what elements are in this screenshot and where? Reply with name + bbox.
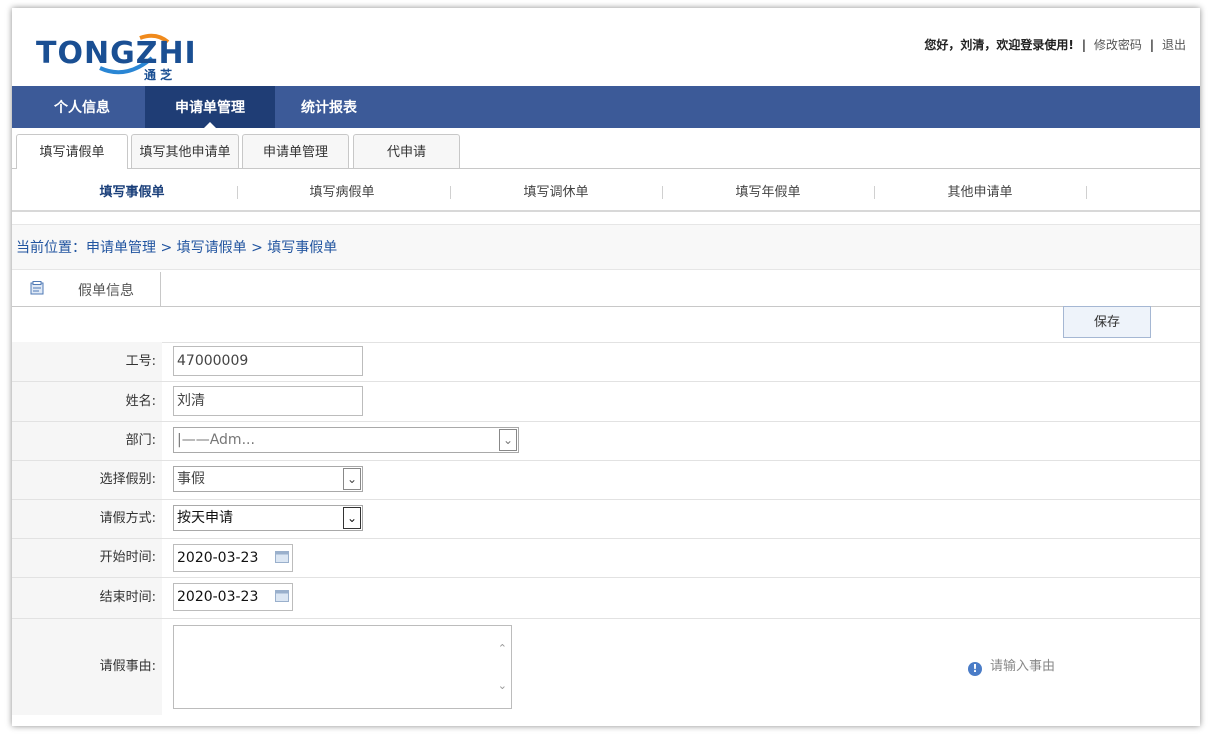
nav-personal-info[interactable]: 个人信息: [30, 86, 134, 128]
logo-text: TONGZHI: [36, 36, 197, 71]
app-window: TONGZHI 通 芝 您好，刘清，欢迎登录使用! | 修改密码 | 退出 个人…: [12, 8, 1200, 726]
name-label: 姓名:: [125, 394, 156, 409]
subtab-annual-leave[interactable]: 填写年假单: [676, 170, 860, 210]
department-select[interactable]: |——Adm... ⌄: [173, 427, 519, 453]
separator: |: [1149, 38, 1155, 52]
subtab-personal-leave[interactable]: 填写事假单: [42, 170, 222, 210]
leave-type-label-cell: 选择假别:: [12, 461, 162, 499]
greeting-text: 您好，刘清，欢迎登录使用!: [924, 38, 1074, 52]
logout-link[interactable]: 退出: [1162, 38, 1186, 52]
leave-method-label-cell: 请假方式:: [12, 500, 162, 538]
section-tab-label: 假单信息: [78, 283, 134, 299]
change-password-link[interactable]: 修改密码: [1094, 38, 1142, 52]
leave-method-value: 按天申请: [177, 510, 233, 526]
nav-statistics-report[interactable]: 统计报表: [284, 86, 374, 128]
department-label-cell: 部门:: [12, 422, 162, 460]
logo-subtext: 通 芝: [144, 68, 173, 82]
form-toolbar: 保存: [12, 306, 1200, 343]
reason-textarea[interactable]: ⌃ ⌄: [173, 625, 512, 709]
nav-application-management[interactable]: 申请单管理: [145, 86, 275, 128]
scroll-up-icon[interactable]: ⌃: [498, 642, 507, 655]
separator: |: [1081, 38, 1087, 52]
start-time-label-cell: 开始时间:: [12, 539, 162, 577]
form-row-leave-type: 选择假别: 事假 ⌄: [12, 461, 1200, 500]
employee-id-label: 工号:: [125, 354, 156, 369]
department-value: |——Adm...: [177, 432, 255, 448]
subtab-compensatory-leave[interactable]: 填写调休单: [464, 170, 648, 210]
divider: [450, 186, 451, 199]
reason-label-cell: 请假事由:: [12, 619, 162, 715]
section-tab-leave-info[interactable]: 假单信息: [16, 272, 161, 306]
breadcrumb: 当前位置：申请单管理 > 填写请假单 > 填写事假单: [16, 240, 338, 256]
start-time-label: 开始时间:: [99, 550, 156, 565]
active-caret-icon: [204, 122, 216, 128]
start-date-input[interactable]: 2020-03-23: [173, 544, 293, 572]
divider: [662, 186, 663, 199]
tab-application-management[interactable]: 申请单管理: [242, 134, 349, 168]
subtab-sick-leave[interactable]: 填写病假单: [252, 170, 432, 210]
form-row-start-time: 开始时间: 2020-03-23: [12, 539, 1200, 578]
leave-method-label: 请假方式:: [99, 511, 156, 526]
divider: [237, 186, 238, 199]
form-row-employee-id: 工号: 47000009: [12, 342, 1200, 382]
tab-leave-form[interactable]: 填写请假单: [16, 134, 128, 169]
form-row-end-time: 结束时间: 2020-03-23: [12, 578, 1200, 619]
form-row-department: 部门: |——Adm... ⌄: [12, 422, 1200, 461]
form-row-name: 姓名: 刘清: [12, 382, 1200, 422]
employee-id-input[interactable]: 47000009: [173, 346, 363, 376]
tab-other-form[interactable]: 填写其他申请单: [131, 134, 239, 168]
chevron-down-icon[interactable]: ⌄: [343, 468, 361, 490]
info-icon: !: [968, 662, 982, 676]
leave-type-select[interactable]: 事假 ⌄: [173, 466, 363, 492]
leave-type-value: 事假: [177, 471, 205, 487]
scroll-down-icon[interactable]: ⌄: [498, 679, 507, 692]
subtab-bar: 填写事假单 填写病假单 填写调休单 填写年假单 其他申请单: [12, 170, 1200, 212]
leave-method-select[interactable]: 按天申请 ⌄: [173, 505, 363, 531]
leave-type-label: 选择假别:: [99, 472, 156, 487]
end-time-label: 结束时间:: [99, 590, 156, 605]
main-nav: 个人信息 申请单管理 统计报表: [12, 86, 1200, 128]
breadcrumb-bar: 当前位置：申请单管理 > 填写请假单 > 填写事假单: [12, 224, 1200, 270]
reason-hint-text: 请输入事由: [990, 659, 1056, 674]
end-date-input[interactable]: 2020-03-23: [173, 583, 293, 611]
reason-label: 请假事由:: [99, 659, 156, 674]
end-time-label-cell: 结束时间:: [12, 578, 162, 618]
nav-application-management-label: 申请单管理: [175, 100, 245, 116]
document-icon: [30, 281, 44, 295]
form-row-reason: 请假事由: ⌃ ⌄ ! 请输入事由: [12, 619, 1200, 715]
end-date-value: 2020-03-23: [177, 589, 259, 605]
reason-hint: ! 请输入事由: [968, 619, 1055, 715]
header: TONGZHI 通 芝 您好，刘清，欢迎登录使用! | 修改密码 | 退出: [12, 8, 1200, 86]
divider: [874, 186, 875, 199]
logo: TONGZHI 通 芝: [36, 28, 197, 82]
tab-proxy-application[interactable]: 代申请: [353, 134, 460, 168]
calendar-icon[interactable]: [275, 590, 289, 602]
save-button[interactable]: 保存: [1063, 306, 1151, 338]
form-row-leave-method: 请假方式: 按天申请 ⌄: [12, 500, 1200, 539]
name-label-cell: 姓名:: [12, 382, 162, 421]
chevron-down-icon[interactable]: ⌄: [499, 429, 517, 451]
start-date-value: 2020-03-23: [177, 550, 259, 566]
subtab-other-application[interactable]: 其他申请单: [888, 170, 1072, 210]
tab-bar: 填写请假单 填写其他申请单 申请单管理 代申请: [12, 134, 1200, 169]
department-label: 部门:: [125, 433, 156, 448]
calendar-icon[interactable]: [275, 551, 289, 563]
chevron-down-icon[interactable]: ⌄: [343, 507, 361, 529]
employee-id-label-cell: 工号:: [12, 342, 162, 381]
name-input[interactable]: 刘清: [173, 386, 363, 416]
section-tabs: 假单信息: [12, 272, 1200, 307]
divider: [1086, 186, 1087, 199]
user-bar: 您好，刘清，欢迎登录使用! | 修改密码 | 退出: [924, 36, 1186, 53]
